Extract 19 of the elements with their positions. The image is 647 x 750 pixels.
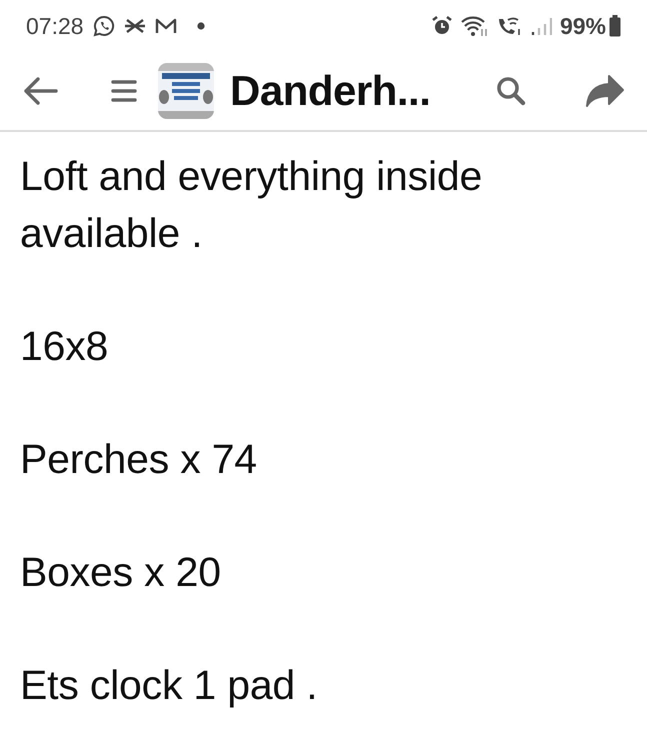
- menu-button[interactable]: [110, 78, 138, 104]
- page-title: Danderh...: [230, 67, 430, 115]
- signal-icon: [530, 16, 552, 36]
- post-paragraph: Perches x 74: [20, 435, 258, 484]
- asterisk-icon: [124, 17, 146, 35]
- post-paragraph: Ets clock 1 pad .: [20, 661, 318, 710]
- battery-icon: [609, 15, 621, 37]
- wifi-icon: [460, 15, 488, 37]
- battery-percent: 99%: [560, 14, 606, 38]
- post-paragraph: Boxes x 20: [20, 548, 222, 597]
- chat-bubble-icon: [92, 15, 115, 37]
- time: 07:28: [26, 14, 84, 38]
- back-button[interactable]: [22, 76, 58, 106]
- alarm-icon: [432, 16, 452, 36]
- search-button[interactable]: [495, 75, 527, 107]
- mail-icon: [154, 17, 177, 35]
- post-paragraph: Loft and everything inside available .: [20, 152, 484, 258]
- share-button[interactable]: [585, 74, 625, 108]
- post-paragraph: 16x8: [20, 322, 110, 371]
